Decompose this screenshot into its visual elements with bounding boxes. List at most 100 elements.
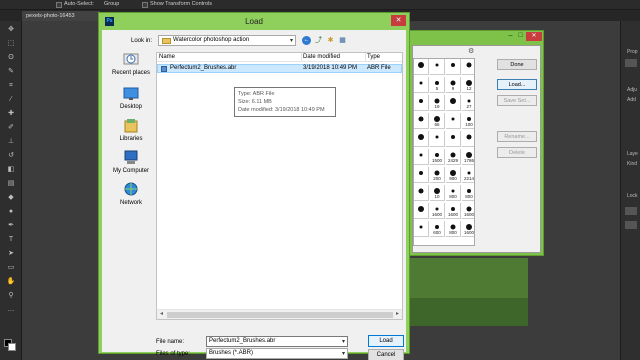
brush-preset[interactable]: 9 [446, 77, 461, 93]
quick-select-tool-icon[interactable]: ✎ [6, 67, 16, 76]
move-tool-icon[interactable]: ✥ [6, 25, 16, 34]
marquee-tool-icon[interactable]: ⬚ [6, 39, 16, 48]
blur-tool-icon[interactable]: ◆ [6, 193, 16, 202]
delete-button[interactable]: Delete [497, 147, 537, 158]
scroll-left-icon[interactable]: ◂ [157, 310, 166, 319]
brush-preset[interactable] [446, 59, 461, 75]
brush-preset[interactable]: 2429 [446, 149, 461, 165]
brush-preset[interactable]: 19 [430, 95, 445, 111]
panel-label-adjustments[interactable]: Adju [627, 87, 637, 93]
close-icon[interactable]: ✕ [526, 32, 542, 41]
brush-preset[interactable] [414, 221, 429, 237]
up-folder-icon[interactable]: ⤴ [314, 36, 323, 45]
scroll-right-icon[interactable]: ▸ [393, 310, 402, 319]
lasso-tool-icon[interactable]: ʘ [6, 53, 16, 62]
healing-tool-icon[interactable]: ✚ [6, 109, 16, 118]
background-color-swatch[interactable] [8, 343, 16, 351]
horizontal-scrollbar[interactable]: ◂ ▸ [157, 309, 402, 319]
brush-preset[interactable] [414, 203, 429, 219]
close-icon[interactable]: ✕ [391, 15, 406, 26]
path-select-tool-icon[interactable]: ➤ [6, 249, 16, 258]
brush-preset[interactable] [414, 167, 429, 183]
brush-preset[interactable]: 65 [430, 113, 445, 129]
file-row[interactable]: Perfectum2_Brushes.abr 3/19/2018 10:49 P… [157, 64, 402, 73]
brush-preset[interactable] [430, 131, 445, 147]
files-of-type-select[interactable]: Brushes (*.ABR) ▾ [206, 348, 348, 359]
brush-preset[interactable]: 800 [446, 221, 461, 237]
brush-preset[interactable] [430, 59, 445, 75]
brush-preset[interactable] [446, 95, 461, 111]
load-button[interactable]: Load... [497, 79, 537, 90]
brush-preset[interactable]: 5 [430, 77, 445, 93]
back-icon[interactable]: ← [302, 36, 311, 45]
document-tab[interactable]: pexels-photo-16453 [22, 11, 100, 21]
brush-preset[interactable]: 1600 [462, 221, 474, 237]
hand-tool-icon[interactable]: ✋ [6, 277, 16, 286]
brush-preset[interactable] [462, 131, 474, 147]
place-libraries[interactable]: Libraries [106, 118, 156, 150]
brush-preset[interactable]: 1600 [446, 203, 461, 219]
new-folder-icon[interactable]: ✱ [326, 36, 335, 45]
dodge-tool-icon[interactable]: ● [6, 207, 16, 216]
brush-preset[interactable] [414, 149, 429, 165]
eyedropper-tool-icon[interactable]: ⁄ [6, 95, 16, 104]
auto-select-dropdown[interactable]: Group [104, 1, 119, 7]
brush-preset[interactable]: 900 [446, 167, 461, 183]
maximize-icon[interactable]: □ [516, 32, 525, 40]
layer-thumb[interactable] [625, 207, 637, 215]
brush-tool-icon[interactable]: ✐ [6, 123, 16, 132]
save-set-button[interactable]: Save Set... [497, 95, 537, 106]
edit-toolbar-icon[interactable]: … [6, 305, 16, 314]
column-date-modified[interactable]: Date modified [303, 54, 340, 60]
chevron-down-icon[interactable]: ▾ [342, 338, 345, 345]
pen-tool-icon[interactable]: ✒ [6, 221, 16, 230]
file-name-input[interactable]: Perfectum2_Brushes.abr ▾ [206, 336, 348, 347]
brush-preset[interactable]: 800 [446, 185, 461, 201]
brush-preset[interactable] [462, 59, 474, 75]
place-my-computer[interactable]: My Computer [106, 150, 156, 182]
brush-preset[interactable]: 2214 [462, 167, 474, 183]
shape-tool-icon[interactable]: ▭ [6, 263, 16, 272]
layer-thumb[interactable] [625, 221, 637, 229]
type-tool-icon[interactable]: T [6, 235, 16, 244]
brush-preset[interactable] [414, 59, 429, 75]
brush-preset[interactable]: 1600 [462, 203, 474, 219]
brush-preset[interactable]: 1600 [430, 203, 445, 219]
zoom-tool-icon[interactable]: ⚲ [6, 291, 16, 300]
done-button[interactable]: Done [497, 59, 537, 70]
history-brush-tool-icon[interactable]: ↺ [6, 151, 16, 160]
brush-preset[interactable] [414, 77, 429, 93]
stamp-tool-icon[interactable]: ⊥ [6, 137, 16, 146]
gear-icon[interactable]: ⚙ [468, 48, 475, 55]
column-type[interactable]: Type [367, 54, 380, 60]
brush-preset[interactable]: 200 [430, 167, 445, 183]
crop-tool-icon[interactable]: ⌗ [6, 81, 16, 90]
minimize-icon[interactable]: – [506, 32, 515, 40]
load-button[interactable]: Load [368, 335, 404, 347]
brush-preset[interactable]: 1500 [430, 149, 445, 165]
transform-controls-checkbox[interactable] [142, 2, 148, 8]
view-menu-icon[interactable]: ▦ [338, 36, 347, 45]
cancel-button[interactable]: Cancel [368, 349, 404, 360]
panel-label-properties[interactable]: Prop [627, 49, 638, 55]
brush-preset[interactable] [446, 131, 461, 147]
brush-preset[interactable]: 27 [462, 95, 474, 111]
eraser-tool-icon[interactable]: ◧ [6, 165, 16, 174]
brush-preset[interactable] [446, 113, 461, 129]
gradient-tool-icon[interactable]: ▤ [6, 179, 16, 188]
brush-preset[interactable]: 12 [462, 77, 474, 93]
brush-preset[interactable] [414, 131, 429, 147]
panel-label-layers[interactable]: Laye [627, 151, 638, 157]
place-recent[interactable]: Recent places [106, 52, 156, 84]
auto-select-checkbox[interactable] [56, 2, 62, 8]
brush-preset[interactable] [414, 185, 429, 201]
brush-preset[interactable]: 100 [462, 113, 474, 129]
place-desktop[interactable]: Desktop [106, 86, 156, 118]
look-in-dropdown[interactable]: Watercolor photoshop action ▾ [158, 35, 296, 46]
rename-button[interactable]: Rename... [497, 131, 537, 142]
brush-preset[interactable]: 600 [430, 221, 445, 237]
brush-preset[interactable]: 800 [462, 185, 474, 201]
column-name[interactable]: Name [159, 54, 175, 60]
brush-preset[interactable] [414, 95, 429, 111]
brush-preset[interactable]: 1786 [462, 149, 474, 165]
